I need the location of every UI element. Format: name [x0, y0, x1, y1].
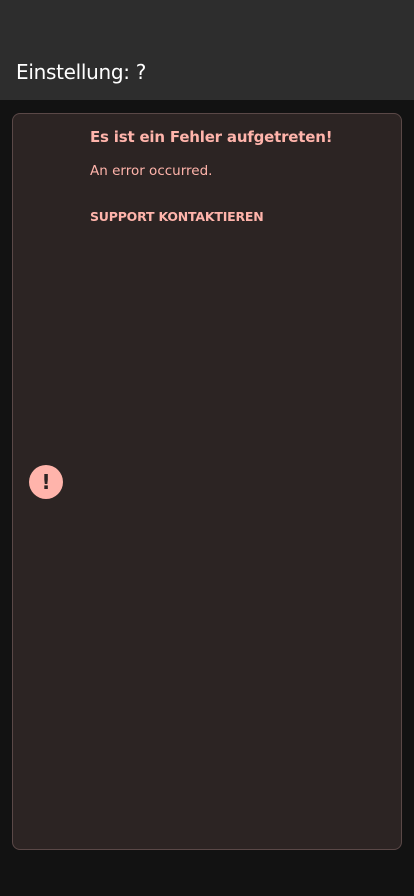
contact-support-button[interactable]: SUPPORT KONTAKTIEREN	[90, 209, 264, 224]
app-header: Einstellung: ?	[0, 0, 414, 100]
error-title: Es ist ein Fehler aufgetreten!	[90, 128, 333, 146]
error-icon: !	[29, 465, 63, 499]
page-title: Einstellung: ?	[16, 60, 147, 84]
error-message: An error occurred.	[90, 163, 213, 179]
error-card: ! Es ist ein Fehler aufgetreten! An erro…	[12, 113, 402, 850]
